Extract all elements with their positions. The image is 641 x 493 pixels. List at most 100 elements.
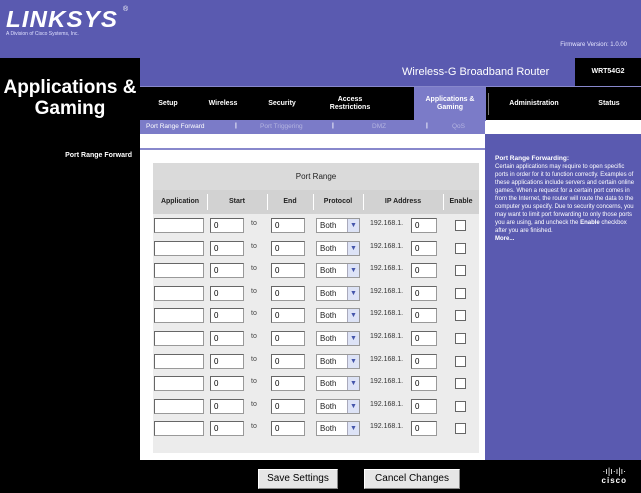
enable-checkbox[interactable]	[455, 310, 466, 322]
footer-right: ·ı|ı·ı|ı· cisco	[485, 460, 641, 493]
header-protocol: Protocol	[323, 198, 353, 205]
tab-applications-gaming[interactable]: Applications & Gaming	[414, 87, 486, 121]
range-to-label: to	[251, 242, 257, 250]
enable-checkbox[interactable]	[455, 220, 466, 231]
ip-last-octet-input[interactable]: 0	[411, 353, 437, 369]
range-to-label: to	[251, 400, 257, 408]
left-column	[0, 148, 140, 460]
application-name-input[interactable]	[154, 353, 204, 369]
application-name-input[interactable]	[154, 308, 204, 324]
application-name-input[interactable]	[154, 285, 204, 301]
start-port-input[interactable]: 0	[210, 218, 244, 233]
enable-checkbox[interactable]	[455, 355, 466, 367]
end-port-input[interactable]: 0	[271, 376, 305, 392]
table-row: 0 to 0 Both ▼ 192.168.1. 0	[153, 329, 479, 351]
protocol-select[interactable]: Both ▼	[316, 218, 360, 233]
enable-checkbox[interactable]	[455, 265, 466, 277]
table-row: 0 to 0 Both ▼ 192.168.1. 0	[153, 419, 479, 441]
ip-last-octet-input[interactable]: 0	[411, 218, 437, 233]
application-name-input[interactable]	[154, 263, 204, 279]
table-title: Port Range	[153, 163, 479, 190]
ip-last-octet-input[interactable]: 0	[411, 240, 437, 256]
tab-administration[interactable]: Administration	[492, 87, 576, 121]
save-settings-button[interactable]: Save Settings	[258, 469, 338, 489]
start-port-input[interactable]: 0	[210, 398, 244, 414]
end-port-input[interactable]: 0	[271, 331, 305, 346]
start-port-input[interactable]: 0	[210, 285, 244, 301]
tab-divider	[488, 93, 489, 115]
enable-checkbox[interactable]	[455, 242, 466, 254]
start-port-input[interactable]: 0	[210, 331, 244, 346]
end-port-input[interactable]: 0	[271, 353, 305, 369]
ip-last-octet-input[interactable]: 0	[411, 308, 437, 324]
start-port-input[interactable]: 0	[210, 263, 244, 279]
application-name-input[interactable]	[154, 376, 204, 392]
end-port-input[interactable]: 0	[271, 240, 305, 256]
enable-checkbox[interactable]	[455, 400, 466, 412]
subtab-dmz[interactable]: DMZ	[372, 123, 386, 130]
enable-checkbox[interactable]	[455, 287, 466, 299]
protocol-select[interactable]: Both ▼	[316, 240, 360, 256]
section-label: Port Range Forward	[65, 152, 132, 159]
end-port-input[interactable]: 0	[271, 398, 305, 414]
help-more-link[interactable]: More...	[495, 236, 514, 242]
protocol-select[interactable]: Both ▼	[316, 263, 360, 279]
end-port-input[interactable]: 0	[271, 421, 305, 437]
table-row: 0 to 0 Both ▼ 192.168.1. 0	[153, 261, 479, 283]
ip-prefix: 192.168.1.	[370, 400, 404, 408]
enable-checkbox[interactable]	[455, 423, 466, 435]
chevron-down-icon: ▼	[347, 399, 359, 413]
tab-security[interactable]: Security	[255, 87, 309, 121]
application-name-input[interactable]	[154, 421, 204, 437]
tab-wireless[interactable]: Wireless	[198, 87, 248, 121]
end-port-input[interactable]: 0	[271, 218, 305, 233]
protocol-select[interactable]: Both ▼	[316, 331, 360, 346]
chevron-down-icon: ▼	[347, 377, 359, 391]
subtab-separator: |	[426, 122, 428, 129]
protocol-value: Both	[320, 379, 337, 389]
tab-status[interactable]: Status	[584, 87, 634, 121]
range-to-label: to	[251, 333, 257, 340]
application-name-input[interactable]	[154, 331, 204, 346]
table-row: 0 to 0 Both ▼ 192.168.1. 0	[153, 216, 479, 238]
ip-last-octet-input[interactable]: 0	[411, 285, 437, 301]
range-to-label: to	[251, 355, 257, 363]
ip-prefix: 192.168.1.	[370, 355, 404, 363]
protocol-value: Both	[320, 243, 337, 253]
help-panel: Port Range Forwarding: Certain applicati…	[485, 134, 641, 460]
protocol-select[interactable]: Both ▼	[316, 308, 360, 324]
start-port-input[interactable]: 0	[210, 308, 244, 324]
range-to-label: to	[251, 423, 257, 431]
start-port-input[interactable]: 0	[210, 240, 244, 256]
start-port-input[interactable]: 0	[210, 421, 244, 437]
protocol-select[interactable]: Both ▼	[316, 285, 360, 301]
end-port-input[interactable]: 0	[271, 308, 305, 324]
model-number: WRT54G2	[575, 58, 641, 86]
start-port-input[interactable]: 0	[210, 376, 244, 392]
subtab-port-triggering[interactable]: Port Triggering	[260, 123, 303, 130]
start-port-input[interactable]: 0	[210, 353, 244, 369]
protocol-select[interactable]: Both ▼	[316, 376, 360, 392]
ip-last-octet-input[interactable]: 0	[411, 376, 437, 392]
protocol-value: Both	[320, 311, 337, 321]
enable-checkbox[interactable]	[455, 378, 466, 390]
tab-access-restrictions[interactable]: Access Restrictions	[318, 87, 382, 121]
subtab-qos[interactable]: QoS	[452, 123, 465, 130]
application-name-input[interactable]	[154, 398, 204, 414]
application-name-input[interactable]	[154, 240, 204, 256]
protocol-select[interactable]: Both ▼	[316, 398, 360, 414]
tab-setup[interactable]: Setup	[146, 87, 190, 121]
cancel-changes-button[interactable]: Cancel Changes	[364, 469, 460, 489]
application-name-input[interactable]	[154, 218, 204, 233]
help-body: Certain applications may require to open…	[495, 164, 635, 226]
subtab-port-range-forward[interactable]: Port Range Forward	[146, 123, 205, 130]
end-port-input[interactable]: 0	[271, 285, 305, 301]
end-port-input[interactable]: 0	[271, 263, 305, 279]
enable-checkbox[interactable]	[455, 333, 466, 344]
ip-last-octet-input[interactable]: 0	[411, 331, 437, 346]
ip-last-octet-input[interactable]: 0	[411, 421, 437, 437]
protocol-select[interactable]: Both ▼	[316, 421, 360, 437]
ip-last-octet-input[interactable]: 0	[411, 398, 437, 414]
protocol-select[interactable]: Both ▼	[316, 353, 360, 369]
ip-last-octet-input[interactable]: 0	[411, 263, 437, 279]
